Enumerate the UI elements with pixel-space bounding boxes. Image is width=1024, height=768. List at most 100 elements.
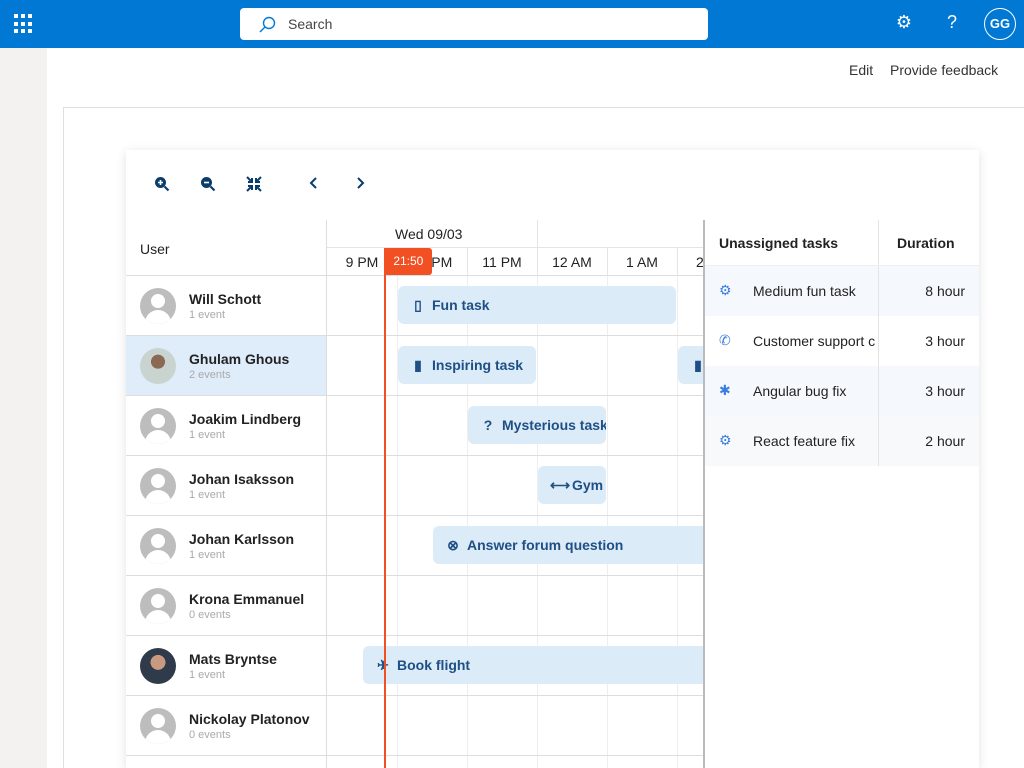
user-name: Will Schott <box>189 291 262 307</box>
user-name: Joakim Lindberg <box>189 411 302 427</box>
plane-icon: ✈ <box>377 657 389 673</box>
user-name: Krona Emmanuel <box>189 591 305 607</box>
bug-icon: ✱ <box>719 382 731 398</box>
user-name: Johan Karlsson <box>189 531 295 547</box>
book-icon: ▮ <box>414 357 422 373</box>
event-bar[interactable]: ▮ Inspiring task <box>398 346 536 384</box>
timeline: Wed 09/03 9 PM10 PM11 PM12 AM1 AM2 AM ▯F… <box>327 220 705 768</box>
event-bar[interactable]: ✈ Book flight <box>363 646 703 684</box>
task-duration: 3 hour <box>925 383 965 399</box>
user-name: Ghulam Ghous <box>189 351 290 367</box>
settings-gear-icon[interactable]: ⚙ <box>892 12 916 33</box>
current-time-label: 21:50 <box>384 248 433 275</box>
help-icon[interactable]: ? <box>940 12 964 33</box>
user-row[interactable]: Mats Bryntse 1 event <box>126 636 326 696</box>
event-name: Fun task <box>432 297 490 313</box>
user-row[interactable]: Johan Karlsson 1 event <box>126 516 326 576</box>
date-label: Wed 09/03 <box>395 226 463 242</box>
task-duration: 2 hour <box>925 433 965 449</box>
left-rail <box>0 48 47 768</box>
event-name: Gym <box>572 477 604 493</box>
provide-feedback-button[interactable]: Provide feedback <box>890 62 998 78</box>
zoom-in-icon[interactable] <box>152 176 172 194</box>
unassigned-task-row[interactable]: ✆ Customer support c 3 hour <box>705 316 979 366</box>
life-ring-icon: ⊗ <box>447 537 459 553</box>
event-bar[interactable]: ⟷ Gym <box>538 466 606 504</box>
avatar-placeholder-icon <box>140 408 176 444</box>
avatar <box>140 348 176 384</box>
task-name: Angular bug fix <box>753 383 847 399</box>
hour-label: 11 PM <box>482 254 522 270</box>
task-name: Medium fun task <box>753 283 856 299</box>
beer-mug-icon: ▯ <box>414 297 422 313</box>
avatar-placeholder-icon <box>140 288 176 324</box>
edit-button[interactable]: Edit <box>849 62 873 78</box>
avatar-placeholder-icon <box>140 528 176 564</box>
event-name: Book flight <box>397 657 471 673</box>
event-bar[interactable]: ▯ Fun task <box>398 286 676 324</box>
dumbbell-icon: ⟷ <box>550 477 571 493</box>
user-name: Johan Isaksson <box>189 471 295 487</box>
hour-label: 2 AM <box>696 254 704 270</box>
current-time-line <box>384 248 387 768</box>
user-event-count: 0 events <box>189 609 231 621</box>
user-name: Mats Bryntse <box>189 651 277 667</box>
unassigned-header: Unassigned tasks Duration <box>705 220 979 266</box>
avatar-placeholder-icon <box>140 588 176 624</box>
avatar-placeholder-icon <box>140 708 176 744</box>
search-placeholder: Search <box>288 16 333 32</box>
user-row[interactable]: Krona Emmanuel 0 events <box>126 576 326 636</box>
event-bar[interactable]: ▮ <box>678 346 703 384</box>
search-input[interactable]: Search <box>240 8 708 40</box>
event-bar[interactable]: ? Mysterious task <box>468 406 606 444</box>
chevron-left-icon[interactable] <box>304 176 324 194</box>
phone-icon: ✆ <box>719 332 731 348</box>
unassigned-task-row[interactable]: ⚙ React feature fix 2 hour <box>705 416 979 466</box>
task-duration: 8 hour <box>925 283 965 299</box>
hour-label: 1 AM <box>626 254 658 270</box>
user-column: User Will Schott 1 event Ghulam Ghous 2 eve… <box>126 220 327 768</box>
zoom-to-fit-icon[interactable] <box>244 176 264 194</box>
user-row[interactable]: Nickolay Platonov 0 events <box>126 696 326 756</box>
user-event-count: 2 events <box>189 369 231 381</box>
user-event-count: 1 event <box>189 429 226 441</box>
user-event-count: 1 event <box>189 669 226 681</box>
user-header: User <box>126 220 326 276</box>
gear-icon: ⚙ <box>719 432 732 448</box>
task-name: React feature fix <box>753 433 855 449</box>
user-row[interactable]: Will Schott 1 event <box>126 276 326 336</box>
top-bar: Search ⚙ ? GG <box>0 0 1024 48</box>
hour-label: 12 AM <box>552 254 592 270</box>
chevron-right-icon[interactable] <box>350 176 370 194</box>
event-name: Mysterious task <box>502 417 606 433</box>
user-event-count: 1 event <box>189 549 226 561</box>
event-bar[interactable]: ⊗ Answer forum question <box>433 526 703 564</box>
book-icon: ▮ <box>694 357 702 373</box>
event-name: Inspiring task <box>432 357 524 373</box>
unassigned-tasks-header[interactable]: Unassigned tasks <box>719 235 838 251</box>
zoom-out-icon[interactable] <box>198 176 218 194</box>
gear-icon: ⚙ <box>719 282 732 298</box>
duration-header[interactable]: Duration <box>897 235 955 251</box>
search-icon <box>259 16 276 33</box>
task-duration: 3 hour <box>925 333 965 349</box>
user-row[interactable]: Johan Isaksson 1 event <box>126 456 326 516</box>
question-icon: ? <box>483 417 493 433</box>
user-event-count: 1 event <box>189 489 226 501</box>
user-row[interactable]: Ghulam Ghous 2 events <box>126 336 326 396</box>
unassigned-task-row[interactable]: ✱ Angular bug fix 3 hour <box>705 366 979 416</box>
user-event-count: 1 event <box>189 309 226 321</box>
avatar-placeholder-icon <box>140 468 176 504</box>
event-name: Answer forum question <box>467 537 624 553</box>
user-row[interactable]: Joakim Lindberg 1 event <box>126 396 326 456</box>
user-name: Nickolay Platonov <box>189 711 310 727</box>
app-launcher-icon[interactable] <box>14 14 34 34</box>
date-header-row: Wed 09/03 <box>327 220 703 248</box>
user-event-count: 0 events <box>189 729 231 741</box>
user-avatar[interactable]: GG <box>984 8 1016 40</box>
unassigned-task-row[interactable]: ⚙ Medium fun task 8 hour <box>705 266 979 316</box>
unassigned-tasks-panel: Unassigned tasks Duration ⚙ Medium fun ta… <box>705 220 979 466</box>
scheduler-card: User Will Schott 1 event Ghulam Ghous 2 eve… <box>126 150 979 768</box>
task-name: Customer support c <box>753 333 876 349</box>
avatar <box>140 648 176 684</box>
